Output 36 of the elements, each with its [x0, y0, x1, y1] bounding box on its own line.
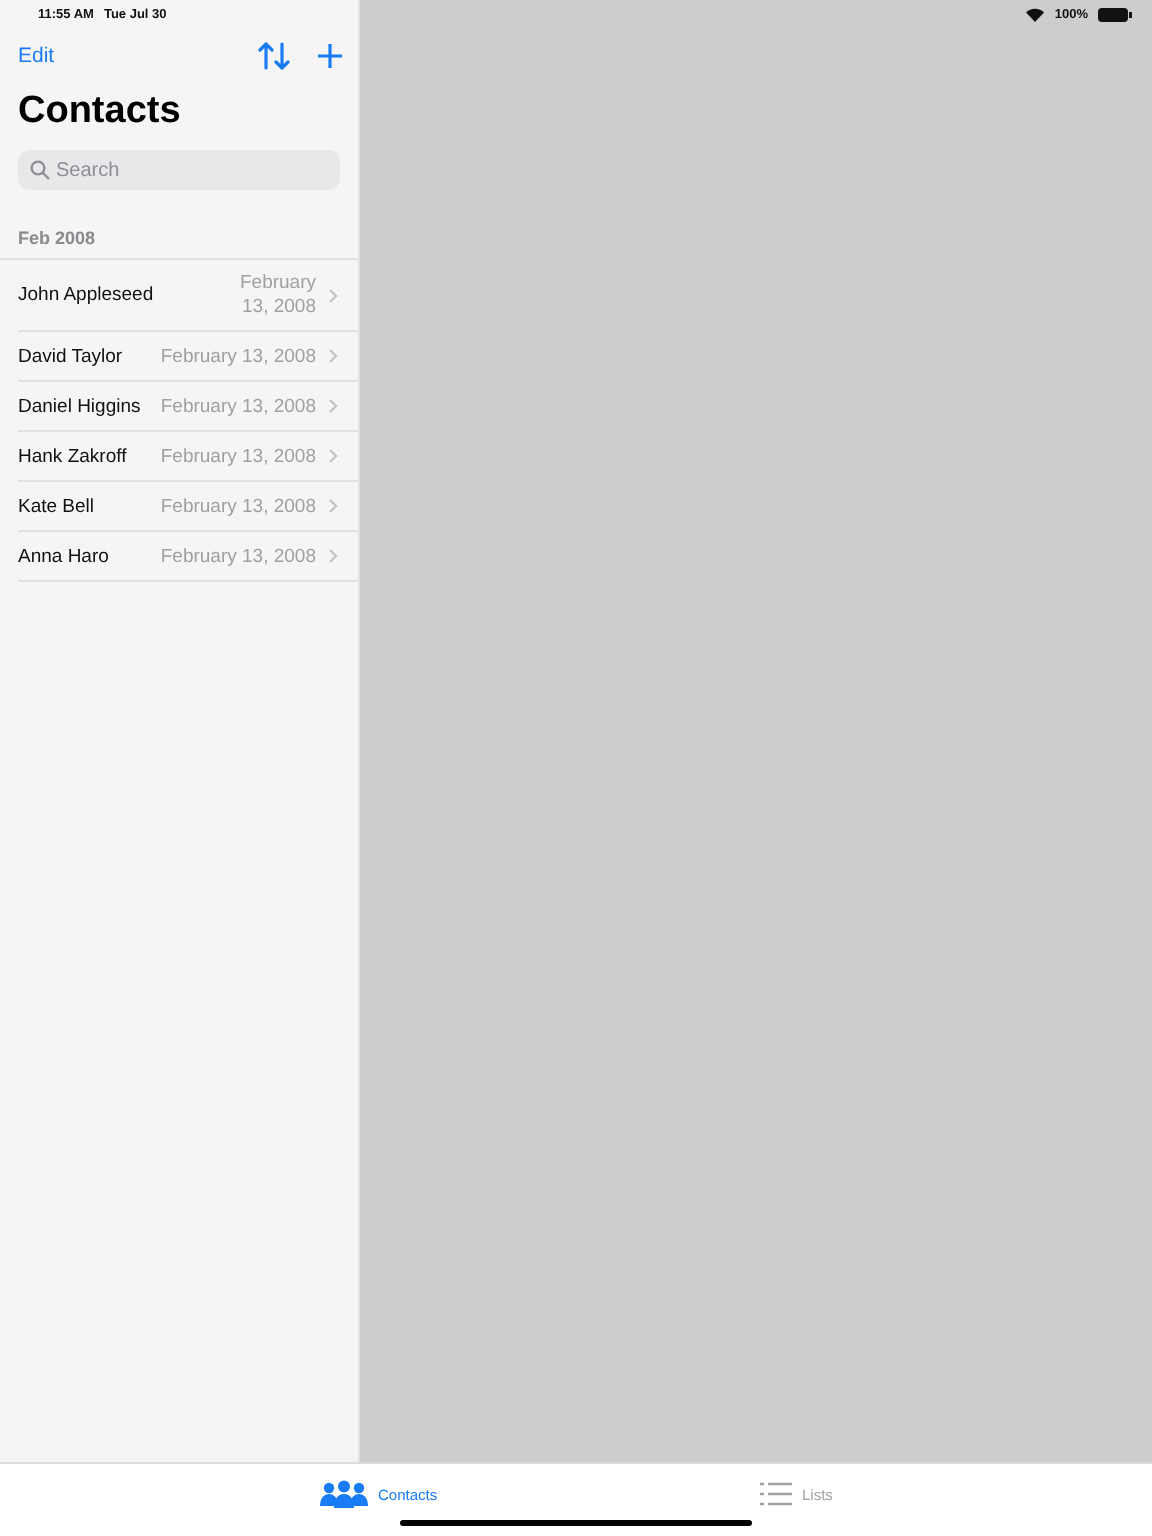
contact-name: Daniel Higgins [18, 395, 143, 417]
sort-arrows-icon [258, 42, 290, 70]
chevron-icon [328, 548, 338, 564]
chevron-icon [328, 448, 338, 464]
chevron-icon [328, 348, 338, 364]
contact-row[interactable]: Anna Haro February 13, 2008 [18, 532, 358, 582]
plus-icon [318, 44, 342, 68]
chevron-icon [328, 398, 338, 414]
contact-date: February 13, 2008 [160, 545, 316, 567]
contact-date: February 13, 2008 [160, 445, 316, 467]
battery-icon [1098, 7, 1132, 21]
chevron-icon [328, 287, 338, 303]
contact-name: Hank Zakroff [18, 445, 129, 467]
contact-date: February 13, 2008 [160, 495, 316, 517]
contact-date: February 13, 2008 [160, 345, 316, 367]
wifi-icon [1026, 7, 1045, 21]
sort-button[interactable] [258, 42, 290, 70]
chevron-icon [328, 498, 338, 514]
list-icon [760, 1482, 792, 1506]
contact-row[interactable]: John Appleseed February 13, 2008 [18, 260, 358, 332]
contact-name: Kate Bell [18, 495, 97, 517]
contact-date: February 13, 2008 [237, 271, 316, 319]
contact-name: David Taylor [18, 345, 125, 367]
contact-row[interactable]: Daniel Higgins February 13, 2008 [18, 382, 358, 432]
section-header: Feb 2008 [16, 226, 98, 252]
contact-date: February 13, 2008 [160, 395, 316, 417]
contact-name: Anna Haro [18, 545, 111, 567]
contact-row[interactable]: Hank Zakroff February 13, 2008 [18, 432, 358, 482]
people-icon [320, 1480, 368, 1508]
edit-button[interactable]: Edit [18, 44, 55, 68]
page-title: Contacts [16, 88, 183, 136]
contact-row[interactable]: Kate Bell February 13, 2008 [18, 482, 358, 532]
contact-row[interactable]: David Taylor February 13, 2008 [18, 332, 358, 382]
contact-name: John Appleseed [18, 284, 156, 306]
search-field[interactable]: Search [18, 150, 340, 190]
add-button[interactable] [318, 44, 342, 68]
